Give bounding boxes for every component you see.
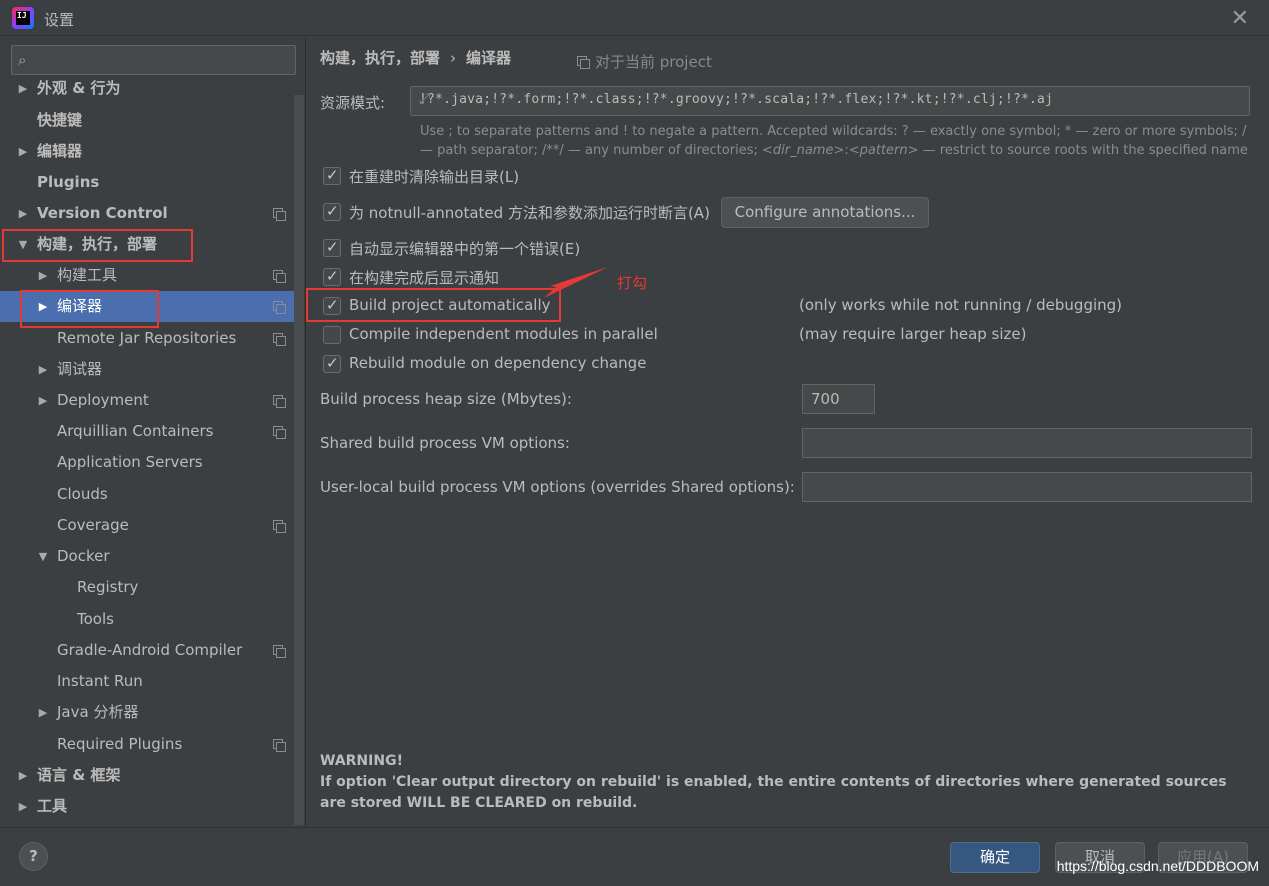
sidebar-item-version-control[interactable]: ▶ Version Control [0,198,294,229]
expand-arrow-icon[interactable]: ▶ [36,385,50,416]
project-scope-icon [577,56,590,69]
csdn-watermark: https://blog.csdn.net/DDDBOOM [1056,858,1259,874]
sidebar-item-tools-root[interactable]: ▶ 工具 [0,791,294,822]
expand-arrow-icon[interactable]: ▶ [36,354,50,385]
checkbox-parallel-compile[interactable] [323,326,341,344]
breadcrumb-separator: › [450,49,457,67]
settings-sidebar: ⌕ ▶ 外观 & 行为 快捷键 ▶ 编辑器 Plugins ▶ Version … [0,37,306,827]
checkbox-notnull-assertions[interactable] [323,202,341,221]
sidebar-item-build-tools[interactable]: ▶ 构建工具 [0,260,294,291]
expand-arrow-icon[interactable]: ▶ [16,80,30,104]
intellij-logo-icon: IJ [12,7,34,29]
search-input[interactable] [42,50,282,70]
compiler-settings-panel: 构建，执行，部署 › 编译器 对于当前 project 资源模式: !?*.java… [306,37,1269,827]
annotation-arrow-icon [544,267,608,298]
settings-search[interactable]: ⌕ [11,45,296,75]
sidebar-item-appearance[interactable]: ▶ 外观 & 行为 [0,80,294,104]
sidebar-item-gradle-android-compiler[interactable]: Gradle-Android Compiler [0,635,294,666]
expand-arrow-icon[interactable]: ▶ [36,697,50,728]
highlight-box-build [2,229,193,262]
breadcrumb-current: 编译器 [466,49,512,67]
breadcrumb-parent: 构建，执行，部署 [320,49,441,67]
sidebar-scrollbar[interactable] [294,95,304,825]
shared-vm-options-input[interactable] [802,428,1252,458]
expand-arrow-icon[interactable]: ▶ [16,760,30,791]
window-title: 设置 [44,11,75,29]
project-scope-icon [273,270,286,283]
user-vm-options-input[interactable] [802,472,1252,502]
sidebar-item-coverage[interactable]: Coverage [0,510,294,541]
collapse-arrow-icon[interactable]: ▼ [36,541,50,572]
search-icon: ⌕ [18,51,27,69]
sidebar-item-tools[interactable]: Tools [0,604,294,635]
highlight-box-build-automatically [306,288,561,322]
project-scope-icon [273,739,286,752]
resource-patterns-hint: Use ; to separate patterns and ! to nega… [420,124,1248,158]
settings-tree: ▶ 外观 & 行为 快捷键 ▶ 编辑器 Plugins ▶ Version Co… [0,80,294,827]
sidebar-item-docker[interactable]: ▼ Docker [0,541,294,572]
sidebar-item-instant-run[interactable]: Instant Run [0,666,294,697]
project-scope-icon [273,645,286,658]
sidebar-item-application-servers[interactable]: Application Servers [0,447,294,478]
breadcrumb: 构建，执行，部署 › 编译器 [320,47,511,68]
project-scope-icon [273,426,286,439]
sidebar-item-required-plugins[interactable]: Required Plugins [0,729,294,760]
heap-size-label: Build process heap size (Mbytes): [320,390,572,408]
sidebar-item-editor[interactable]: ▶ 编辑器 [0,136,294,167]
project-scope-icon [273,301,286,314]
checkbox-rebuild-on-dependency[interactable] [323,354,341,373]
project-scope-icon [273,395,286,408]
sidebar-item-keymap[interactable]: 快捷键 [0,105,294,136]
sidebar-item-clouds[interactable]: Clouds [0,479,294,510]
parallel-compile-note: (may require larger heap size) [799,325,1027,343]
sidebar-item-java-profiler[interactable]: ▶ Java 分析器 [0,697,294,728]
checkbox-show-notification[interactable] [323,267,341,286]
expand-field-icon[interactable]: ⤢ [419,91,1241,107]
resource-patterns-label: 资源模式: [320,94,386,112]
resource-patterns-input[interactable]: !?*.java;!?*.form;!?*.class;!?*.groovy;!… [410,86,1250,116]
warning-body: If option 'Clear output directory on reb… [320,774,1227,811]
build-automatically-note: (only works while not running / debuggin… [799,296,1123,314]
checkbox-show-first-error[interactable] [323,238,341,257]
expand-arrow-icon[interactable]: ▶ [16,791,30,822]
project-scope-icon [273,333,286,346]
for-current-project-note: 对于当前 project [577,51,712,72]
sidebar-item-debugger[interactable]: ▶ 调试器 [0,354,294,385]
project-scope-icon [273,208,286,221]
ok-button[interactable]: 确定 [950,842,1040,873]
sidebar-item-languages-frameworks[interactable]: ▶ 语言 & 框架 [0,760,294,791]
expand-arrow-icon[interactable]: ▶ [36,260,50,291]
dialog-footer: ? 确定 取消 应用(A) https://blog.csdn.net/DDDB… [0,827,1269,886]
close-icon[interactable]: ✕ [1231,6,1249,31]
expand-arrow-icon[interactable]: ▶ [16,136,30,167]
heap-size-input[interactable]: 700 [802,384,875,414]
sidebar-item-plugins[interactable]: Plugins [0,167,294,198]
checkbox-clear-output[interactable] [323,166,341,185]
sidebar-item-arquillian-containers[interactable]: Arquillian Containers [0,416,294,447]
shared-vm-options-label: Shared build process VM options: [320,434,570,452]
project-scope-icon [273,520,286,533]
sidebar-item-registry[interactable]: Registry [0,572,294,603]
configure-annotations-button[interactable]: Configure annotations... [721,197,929,228]
highlight-box-compiler [20,290,159,328]
sidebar-item-deployment[interactable]: ▶ Deployment [0,385,294,416]
title-bar: IJ 设置 ✕ [0,0,1269,36]
user-vm-options-label: User-local build process VM options (ove… [320,478,795,496]
help-button[interactable]: ? [19,842,48,871]
warning-title: WARNING! [320,753,403,769]
annotation-check-note: 打勾 [617,274,648,292]
expand-arrow-icon[interactable]: ▶ [16,198,30,229]
clear-output-warning: WARNING! If option 'Clear output directo… [320,751,1240,814]
